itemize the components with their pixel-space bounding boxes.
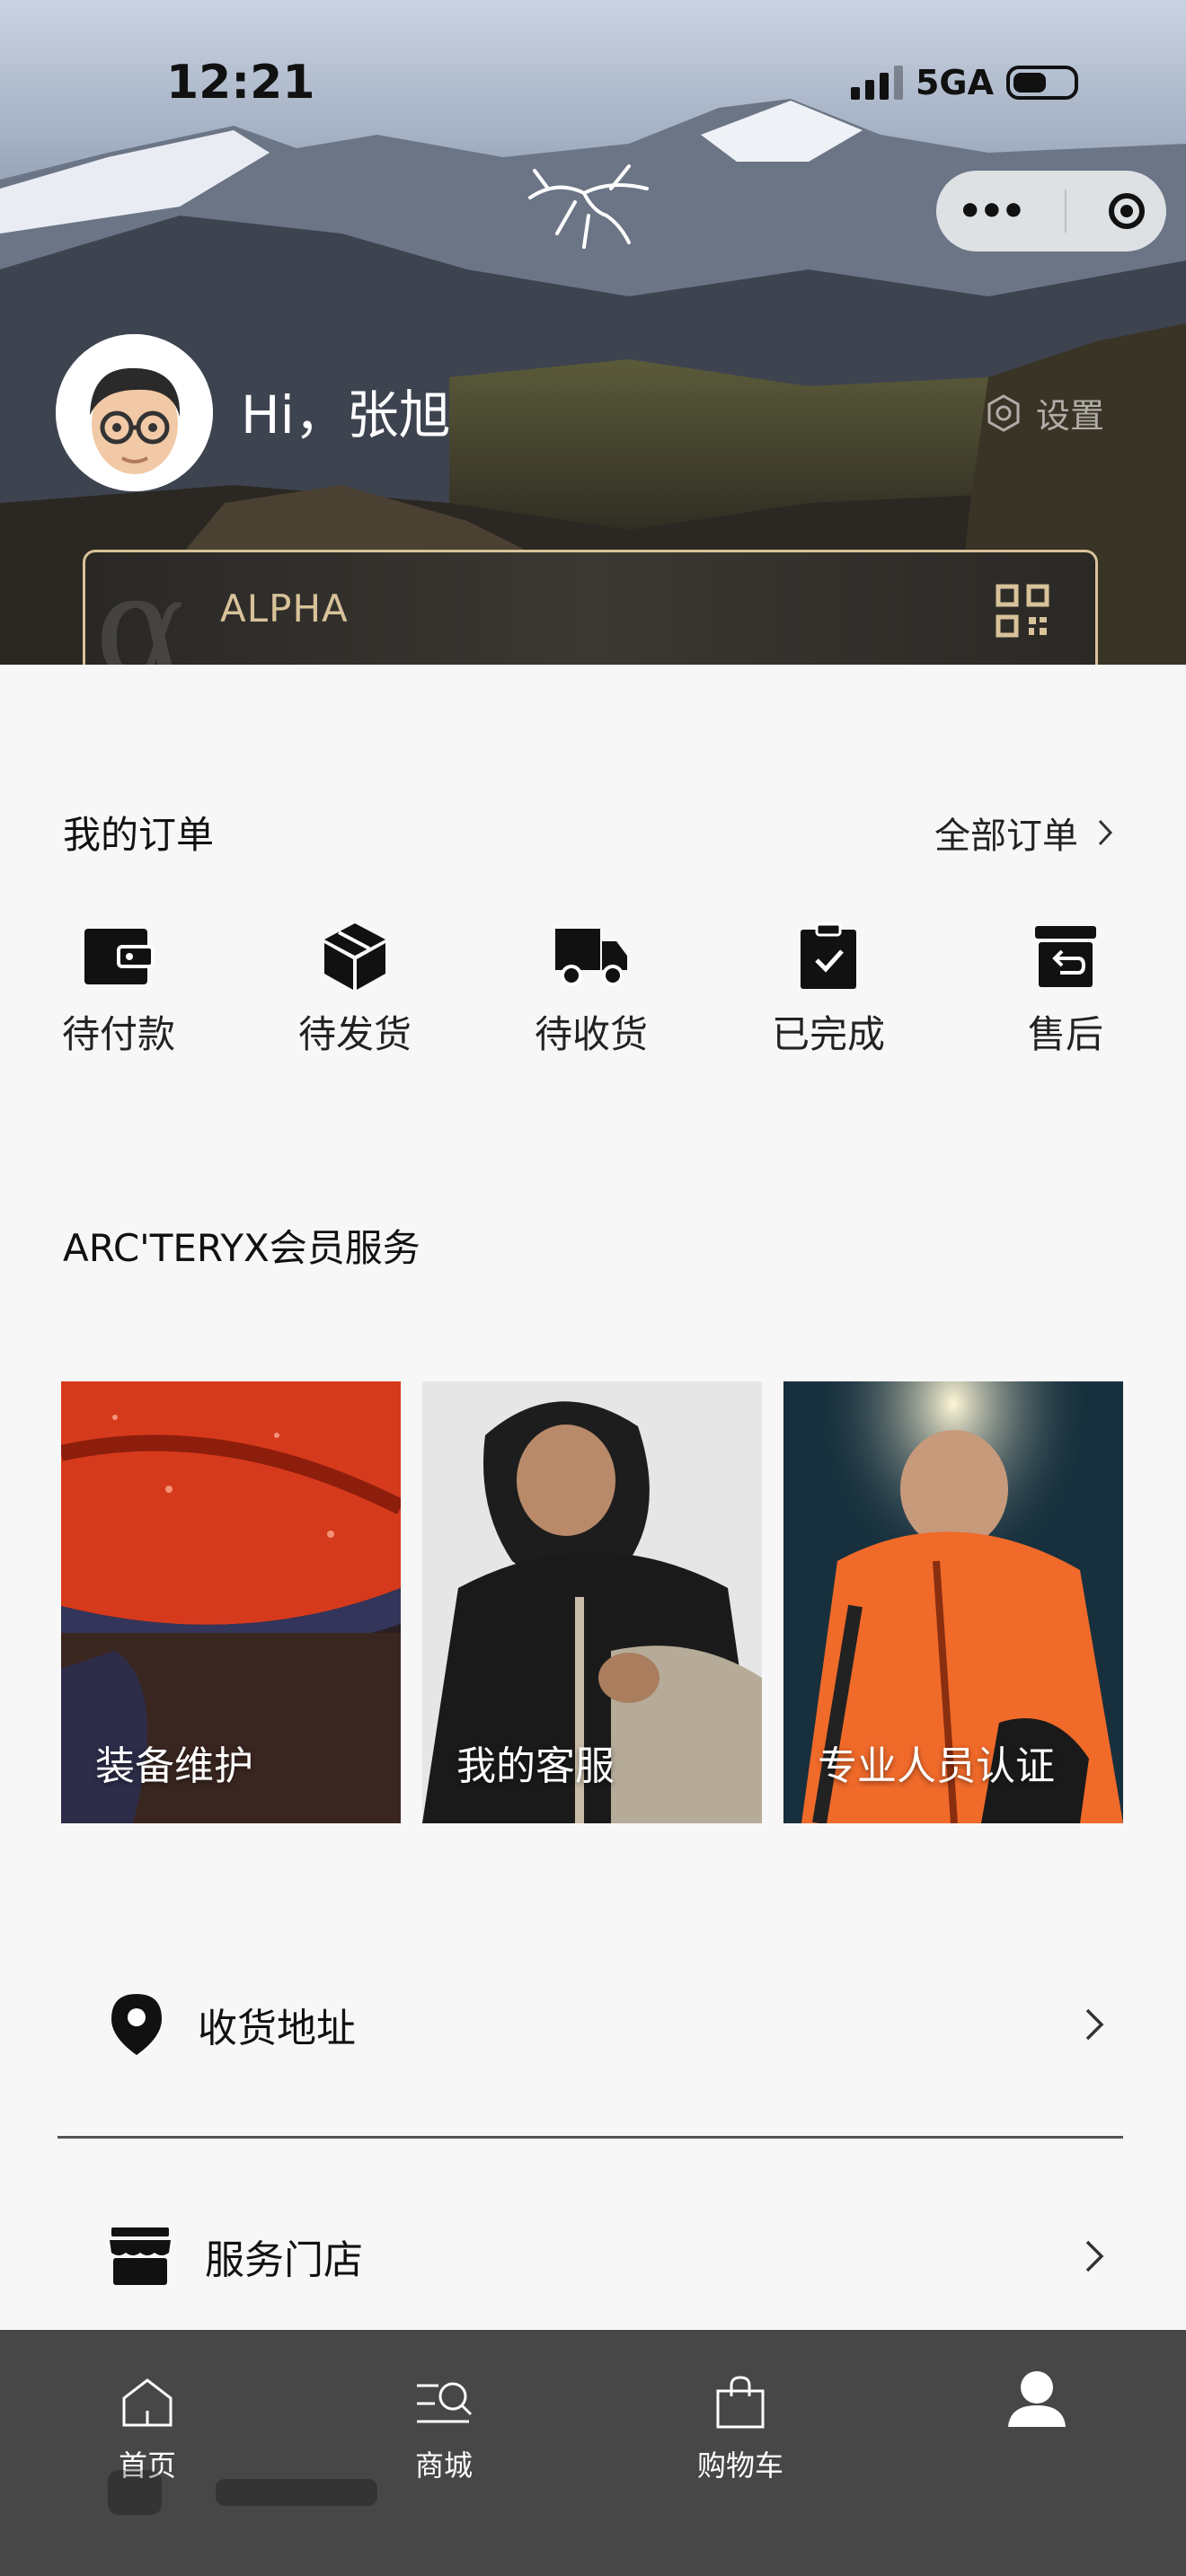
service-card-label: 专业人员认证 bbox=[818, 1743, 1055, 1789]
all-orders-label: 全部订单 bbox=[934, 816, 1078, 857]
blurred-row-behind-tabbar bbox=[108, 2470, 377, 2515]
service-card-gear-care[interactable]: 装备维护 bbox=[61, 1381, 401, 1823]
chevron-right-icon bbox=[1085, 2240, 1104, 2272]
chevron-right-icon bbox=[1085, 2008, 1104, 2041]
tab-label: 购物车 bbox=[696, 2448, 783, 2483]
status-time: 12:21 bbox=[166, 56, 315, 110]
home-icon bbox=[122, 2378, 173, 2427]
close-miniprogram-icon[interactable] bbox=[1109, 193, 1146, 229]
signal-icon bbox=[850, 66, 903, 100]
service-cards: 装备维护 我的客服 专业人员认证 bbox=[61, 1381, 1127, 1823]
order-status-pending-receipt[interactable]: 待收货 bbox=[501, 916, 681, 1059]
menu-row-address[interactable]: 收货地址 bbox=[58, 1962, 1123, 2087]
chevron-right-icon bbox=[1098, 819, 1113, 846]
menu-row-label: 收货地址 bbox=[198, 2006, 356, 2051]
settings-button[interactable]: 设置 bbox=[984, 388, 1104, 437]
battery-icon bbox=[1006, 66, 1078, 100]
membership-card[interactable]: α ALPHA bbox=[83, 550, 1098, 665]
avatar[interactable] bbox=[56, 334, 213, 491]
memoji-avatar-icon bbox=[56, 334, 213, 491]
services-title: ARC'TERYX会员服务 bbox=[63, 1226, 420, 1270]
profile-icon bbox=[1008, 2371, 1066, 2427]
menu-divider bbox=[58, 2136, 1123, 2139]
status-icons: 5GA bbox=[850, 63, 1078, 102]
order-status-label: 待发货 bbox=[297, 1012, 412, 1056]
orders-title: 我的订单 bbox=[63, 813, 215, 857]
settings-label: 设置 bbox=[1036, 396, 1105, 436]
miniprogram-capsule: ••• bbox=[936, 171, 1166, 251]
gear-icon bbox=[987, 393, 1020, 432]
clipboard-check-icon bbox=[801, 922, 856, 989]
tab-profile[interactable] bbox=[956, 2366, 1118, 2443]
order-status-label: 待收货 bbox=[534, 1012, 648, 1056]
order-status-label: 待付款 bbox=[61, 1012, 175, 1056]
package-icon bbox=[324, 923, 385, 990]
service-card-label: 我的客服 bbox=[456, 1743, 615, 1789]
truck-icon bbox=[555, 929, 627, 986]
store-icon bbox=[110, 2228, 171, 2285]
order-status-completed[interactable]: 已完成 bbox=[739, 916, 918, 1059]
menu-row-label: 服务门店 bbox=[205, 2237, 363, 2283]
order-status-pending-payment[interactable]: 待付款 bbox=[29, 916, 208, 1059]
order-status-after-sales[interactable]: 售后 bbox=[976, 916, 1155, 1059]
greeting-text: Hi，张旭 bbox=[241, 384, 451, 446]
location-pin-icon bbox=[111, 1994, 162, 2055]
order-status-label: 已完成 bbox=[771, 1012, 885, 1056]
service-card-pro-certification[interactable]: 专业人员认证 bbox=[783, 1381, 1123, 1823]
bottom-tab-bar: 首页 商城 购物车 bbox=[0, 2330, 1186, 2576]
shopping-bag-icon bbox=[716, 2376, 765, 2429]
return-box-icon bbox=[1035, 926, 1096, 987]
network-label: 5GA bbox=[915, 63, 994, 102]
arcteryx-logo-icon bbox=[528, 164, 649, 249]
profile-hero: 12:21 5GA ••• Hi，张旭 设置 α ALPHA bbox=[0, 0, 1186, 665]
qr-code-icon[interactable] bbox=[995, 583, 1050, 639]
order-status-row: 待付款 待发货 待收货 已完成 售后 bbox=[0, 916, 1186, 1069]
alpha-watermark-icon: α bbox=[94, 550, 192, 665]
all-orders-link[interactable]: 全部订单 bbox=[934, 807, 1114, 859]
service-card-label: 装备维护 bbox=[95, 1743, 253, 1789]
wallet-icon bbox=[84, 929, 155, 984]
menu-row-store[interactable]: 服务门店 bbox=[58, 2193, 1123, 2319]
shop-search-icon bbox=[417, 2382, 473, 2423]
order-status-pending-shipment[interactable]: 待发货 bbox=[265, 916, 445, 1059]
membership-tier: ALPHA bbox=[220, 587, 349, 631]
tab-cart[interactable]: 购物车 bbox=[659, 2366, 821, 2484]
service-card-customer-service[interactable]: 我的客服 bbox=[422, 1381, 762, 1823]
more-icon[interactable]: ••• bbox=[958, 189, 1026, 234]
order-status-label: 售后 bbox=[1027, 1012, 1103, 1056]
